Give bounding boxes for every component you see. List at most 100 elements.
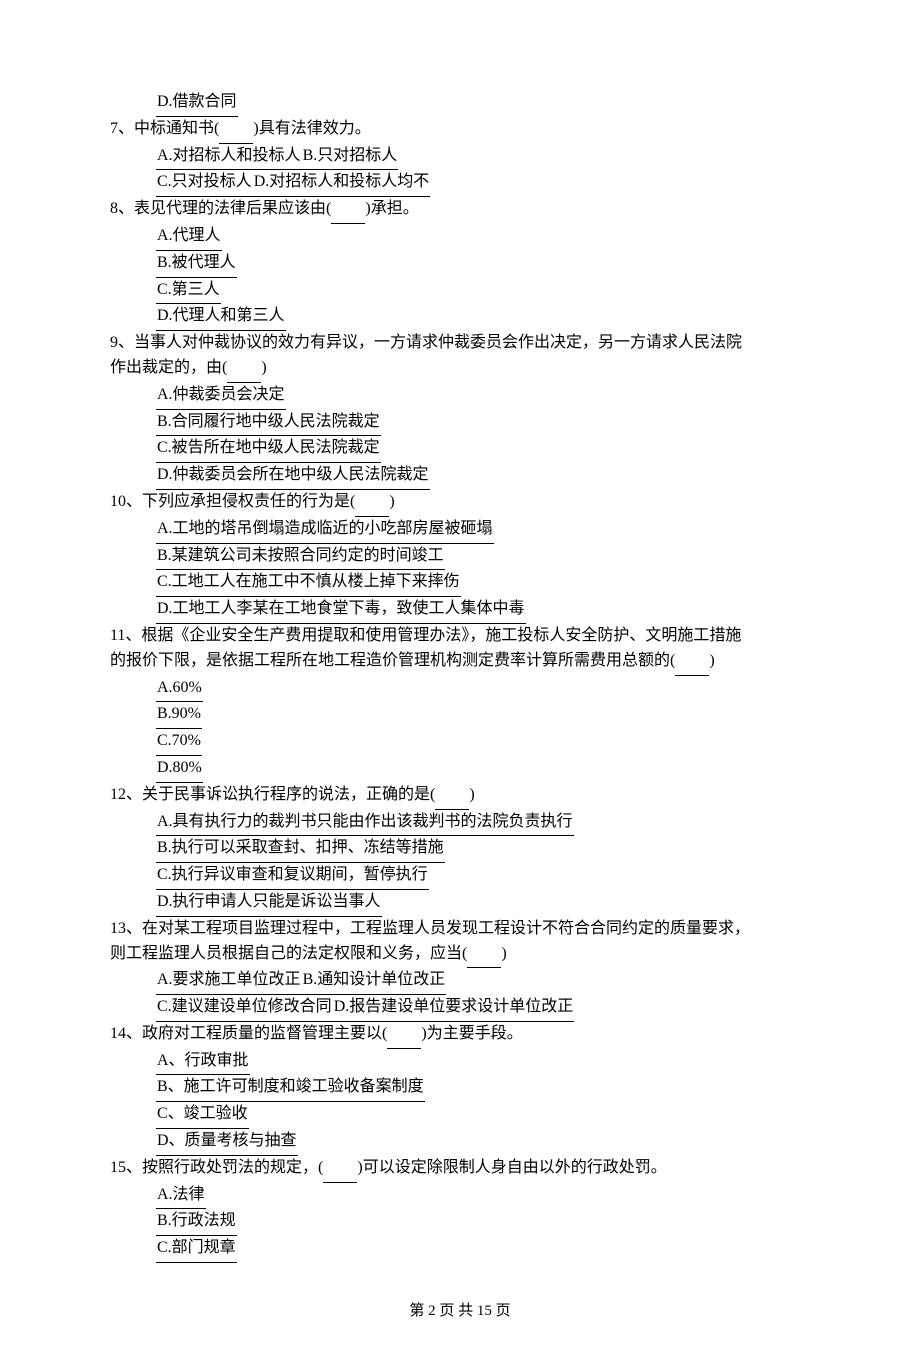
stem-a: 14、政府对工程质量的监督管理主要以( bbox=[110, 1025, 387, 1042]
page-container: D.借款合同 7、中标通知书( )具有法律效力。 A.对招标人和投标人B.只对招… bbox=[0, 0, 920, 1360]
q11-option-d: D.80% bbox=[110, 756, 810, 783]
q11-option-a: A.60% bbox=[110, 676, 810, 703]
option-text: A.仲裁委员会决定 bbox=[156, 383, 286, 410]
q13-options-row2: C.建议建设单位修改合同D.报告建设单位要求设计单位改正 bbox=[110, 995, 810, 1022]
q14-option-b: B、施工许可制度和竣工验收备案制度 bbox=[110, 1075, 810, 1102]
blank-field bbox=[331, 197, 365, 224]
option-text: B、施工许可制度和竣工验收备案制度 bbox=[156, 1075, 425, 1102]
stem-b: )承担。 bbox=[365, 200, 418, 217]
stem-b: ) bbox=[501, 945, 506, 962]
q8-option-d: D.代理人和第三人 bbox=[110, 304, 810, 331]
stem-b: ) bbox=[261, 359, 266, 376]
q9-stem-line2: 作出裁定的，由( ) bbox=[110, 356, 810, 383]
q12-stem: 12、关于民事诉讼执行程序的说法，正确的是( ) bbox=[110, 783, 810, 810]
stem-a: 7、中标通知书( bbox=[110, 120, 219, 137]
option-text: B.执行可以采取查封、扣押、冻结等措施 bbox=[156, 836, 445, 863]
q12-option-a: A.具有执行力的裁判书只能由作出该裁判书的法院负责执行 bbox=[110, 810, 810, 837]
stem-b: ) bbox=[389, 493, 394, 510]
stem-b: ) bbox=[469, 786, 474, 803]
q10-stem: 10、下列应承担侵权责任的行为是( ) bbox=[110, 490, 810, 517]
blank-field bbox=[467, 942, 501, 969]
option-text: B.90% bbox=[156, 702, 202, 729]
option-text: C.第三人 bbox=[156, 278, 221, 305]
stem-b: )可以设定除限制人身自由以外的行政处罚。 bbox=[357, 1159, 666, 1176]
q13-options-row1: A.要求施工单位改正B.通知设计单位改正 bbox=[110, 968, 810, 995]
option-text: D.代理人和第三人 bbox=[156, 304, 286, 331]
q14-option-d: D、质量考核与抽查 bbox=[110, 1129, 810, 1156]
q15-option-c: C.部门规章 bbox=[110, 1236, 810, 1263]
q9-option-d: D.仲裁委员会所在地中级人民法院裁定 bbox=[110, 463, 810, 490]
option-text: D.报告建设单位要求设计单位改正 bbox=[333, 995, 575, 1022]
option-text: C.执行异议审查和复议期间，暂停执行 bbox=[156, 863, 429, 890]
q12-option-d: D.执行申请人只能是诉讼当事人 bbox=[110, 890, 810, 917]
stem-text: 11、根据《企业安全生产费用提取和使用管理办法》，施工投标人安全防护、文明施工措… bbox=[110, 627, 741, 644]
stem-text: 9、当事人对仲裁协议的效力有异议，一方请求仲裁委员会作出决定，另一方请求人民法院 bbox=[110, 334, 742, 351]
q12-option-c: C.执行异议审查和复议期间，暂停执行 bbox=[110, 863, 810, 890]
stem-a: 作出裁定的，由( bbox=[110, 359, 227, 376]
blank-field bbox=[675, 649, 709, 676]
q6-option-d: D.借款合同 bbox=[110, 90, 810, 117]
stem-a: 10、下列应承担侵权责任的行为是( bbox=[110, 493, 355, 510]
q12-option-b: B.执行可以采取查封、扣押、冻结等措施 bbox=[110, 836, 810, 863]
q10-option-c: C.工地工人在施工中不慎从楼上掉下来摔伤 bbox=[110, 570, 810, 597]
page-footer: 第 2 页 共 15 页 bbox=[110, 1299, 810, 1320]
q13-stem-line1: 13、在对某工程项目监理过程中，工程监理人员发现工程设计不符合合同约定的质量要求… bbox=[110, 917, 810, 942]
stem-a: 则工程监理人员根据自己的法定权限和义务，应当( bbox=[110, 945, 467, 962]
option-text: C、竣工验收 bbox=[156, 1102, 249, 1129]
q9-option-a: A.仲裁委员会决定 bbox=[110, 383, 810, 410]
option-text: D.执行申请人只能是诉讼当事人 bbox=[156, 890, 382, 917]
q9-stem-line1: 9、当事人对仲裁协议的效力有异议，一方请求仲裁委员会作出决定，另一方请求人民法院 bbox=[110, 331, 810, 356]
q7-options-row2: C.只对投标人D.对招标人和投标人均不 bbox=[110, 170, 810, 197]
option-text: C.被告所在地中级人民法院裁定 bbox=[156, 436, 381, 463]
q11-option-b: B.90% bbox=[110, 702, 810, 729]
option-text: C.部门规章 bbox=[156, 1236, 237, 1263]
blank-field bbox=[323, 1156, 357, 1183]
option-text: C.70% bbox=[156, 729, 202, 756]
blank-field bbox=[227, 356, 261, 383]
option-text: A.具有执行力的裁判书只能由作出该裁判书的法院负责执行 bbox=[156, 810, 574, 837]
option-text: B.被代理人 bbox=[156, 251, 237, 278]
q11-stem-line2: 的报价下限，是依据工程所在地工程造价管理机构测定费率计算所需费用总额的( ) bbox=[110, 649, 810, 676]
q11-option-c: C.70% bbox=[110, 729, 810, 756]
q8-stem: 8、表见代理的法律后果应该由( )承担。 bbox=[110, 197, 810, 224]
blank-field bbox=[219, 117, 253, 144]
blank-field bbox=[387, 1022, 421, 1049]
q13-stem-line2: 则工程监理人员根据自己的法定权限和义务，应当( ) bbox=[110, 942, 810, 969]
option-text: A.代理人 bbox=[156, 224, 222, 251]
option-text: B.合同履行地中级人民法院裁定 bbox=[156, 410, 381, 437]
stem-a: 12、关于民事诉讼执行程序的说法，正确的是( bbox=[110, 786, 435, 803]
q8-option-b: B.被代理人 bbox=[110, 251, 810, 278]
stem-b: )具有法律效力。 bbox=[253, 120, 370, 137]
option-text: A.工地的塔吊倒塌造成临近的小吃部房屋被砸塌 bbox=[156, 517, 494, 544]
option-text: B.某建筑公司未按照合同约定的时间竣工 bbox=[156, 544, 445, 571]
q8-option-a: A.代理人 bbox=[110, 224, 810, 251]
stem-a: 的报价下限，是依据工程所在地工程造价管理机构测定费率计算所需费用总额的( bbox=[110, 652, 675, 669]
option-text: B.只对招标人 bbox=[302, 144, 399, 171]
q10-option-a: A.工地的塔吊倒塌造成临近的小吃部房屋被砸塌 bbox=[110, 517, 810, 544]
option-text: D.工地工人李某在工地食堂下毒，致使工人集体中毒 bbox=[156, 597, 526, 624]
option-text: D.80% bbox=[156, 756, 203, 783]
option-text: A.对招标人和投标人 bbox=[156, 144, 302, 171]
option-text: B.行政法规 bbox=[156, 1209, 237, 1236]
stem-b: ) bbox=[709, 652, 714, 669]
option-text: D.对招标人和投标人均不 bbox=[253, 170, 431, 197]
option-text: A.法律 bbox=[156, 1183, 206, 1210]
option-text: C.只对投标人 bbox=[156, 170, 253, 197]
option-text: D.借款合同 bbox=[156, 90, 238, 117]
option-text: A、行政审批 bbox=[156, 1049, 250, 1076]
option-text: A.要求施工单位改正 bbox=[156, 968, 302, 995]
q8-option-c: C.第三人 bbox=[110, 278, 810, 305]
q7-options-row1: A.对招标人和投标人B.只对招标人 bbox=[110, 144, 810, 171]
q10-option-d: D.工地工人李某在工地食堂下毒，致使工人集体中毒 bbox=[110, 597, 810, 624]
q11-stem-line1: 11、根据《企业安全生产费用提取和使用管理办法》，施工投标人安全防护、文明施工措… bbox=[110, 624, 810, 649]
q10-option-b: B.某建筑公司未按照合同约定的时间竣工 bbox=[110, 544, 810, 571]
stem-b: )为主要手段。 bbox=[421, 1025, 522, 1042]
q15-stem: 15、按照行政处罚法的规定，( )可以设定除限制人身自由以外的行政处罚。 bbox=[110, 1156, 810, 1183]
q15-option-a: A.法律 bbox=[110, 1183, 810, 1210]
q9-option-c: C.被告所在地中级人民法院裁定 bbox=[110, 436, 810, 463]
blank-field bbox=[355, 490, 389, 517]
option-text: D、质量考核与抽查 bbox=[156, 1129, 298, 1156]
stem-a: 8、表见代理的法律后果应该由( bbox=[110, 200, 331, 217]
option-text: B.通知设计单位改正 bbox=[302, 968, 447, 995]
option-text: C.工地工人在施工中不慎从楼上掉下来摔伤 bbox=[156, 570, 461, 597]
